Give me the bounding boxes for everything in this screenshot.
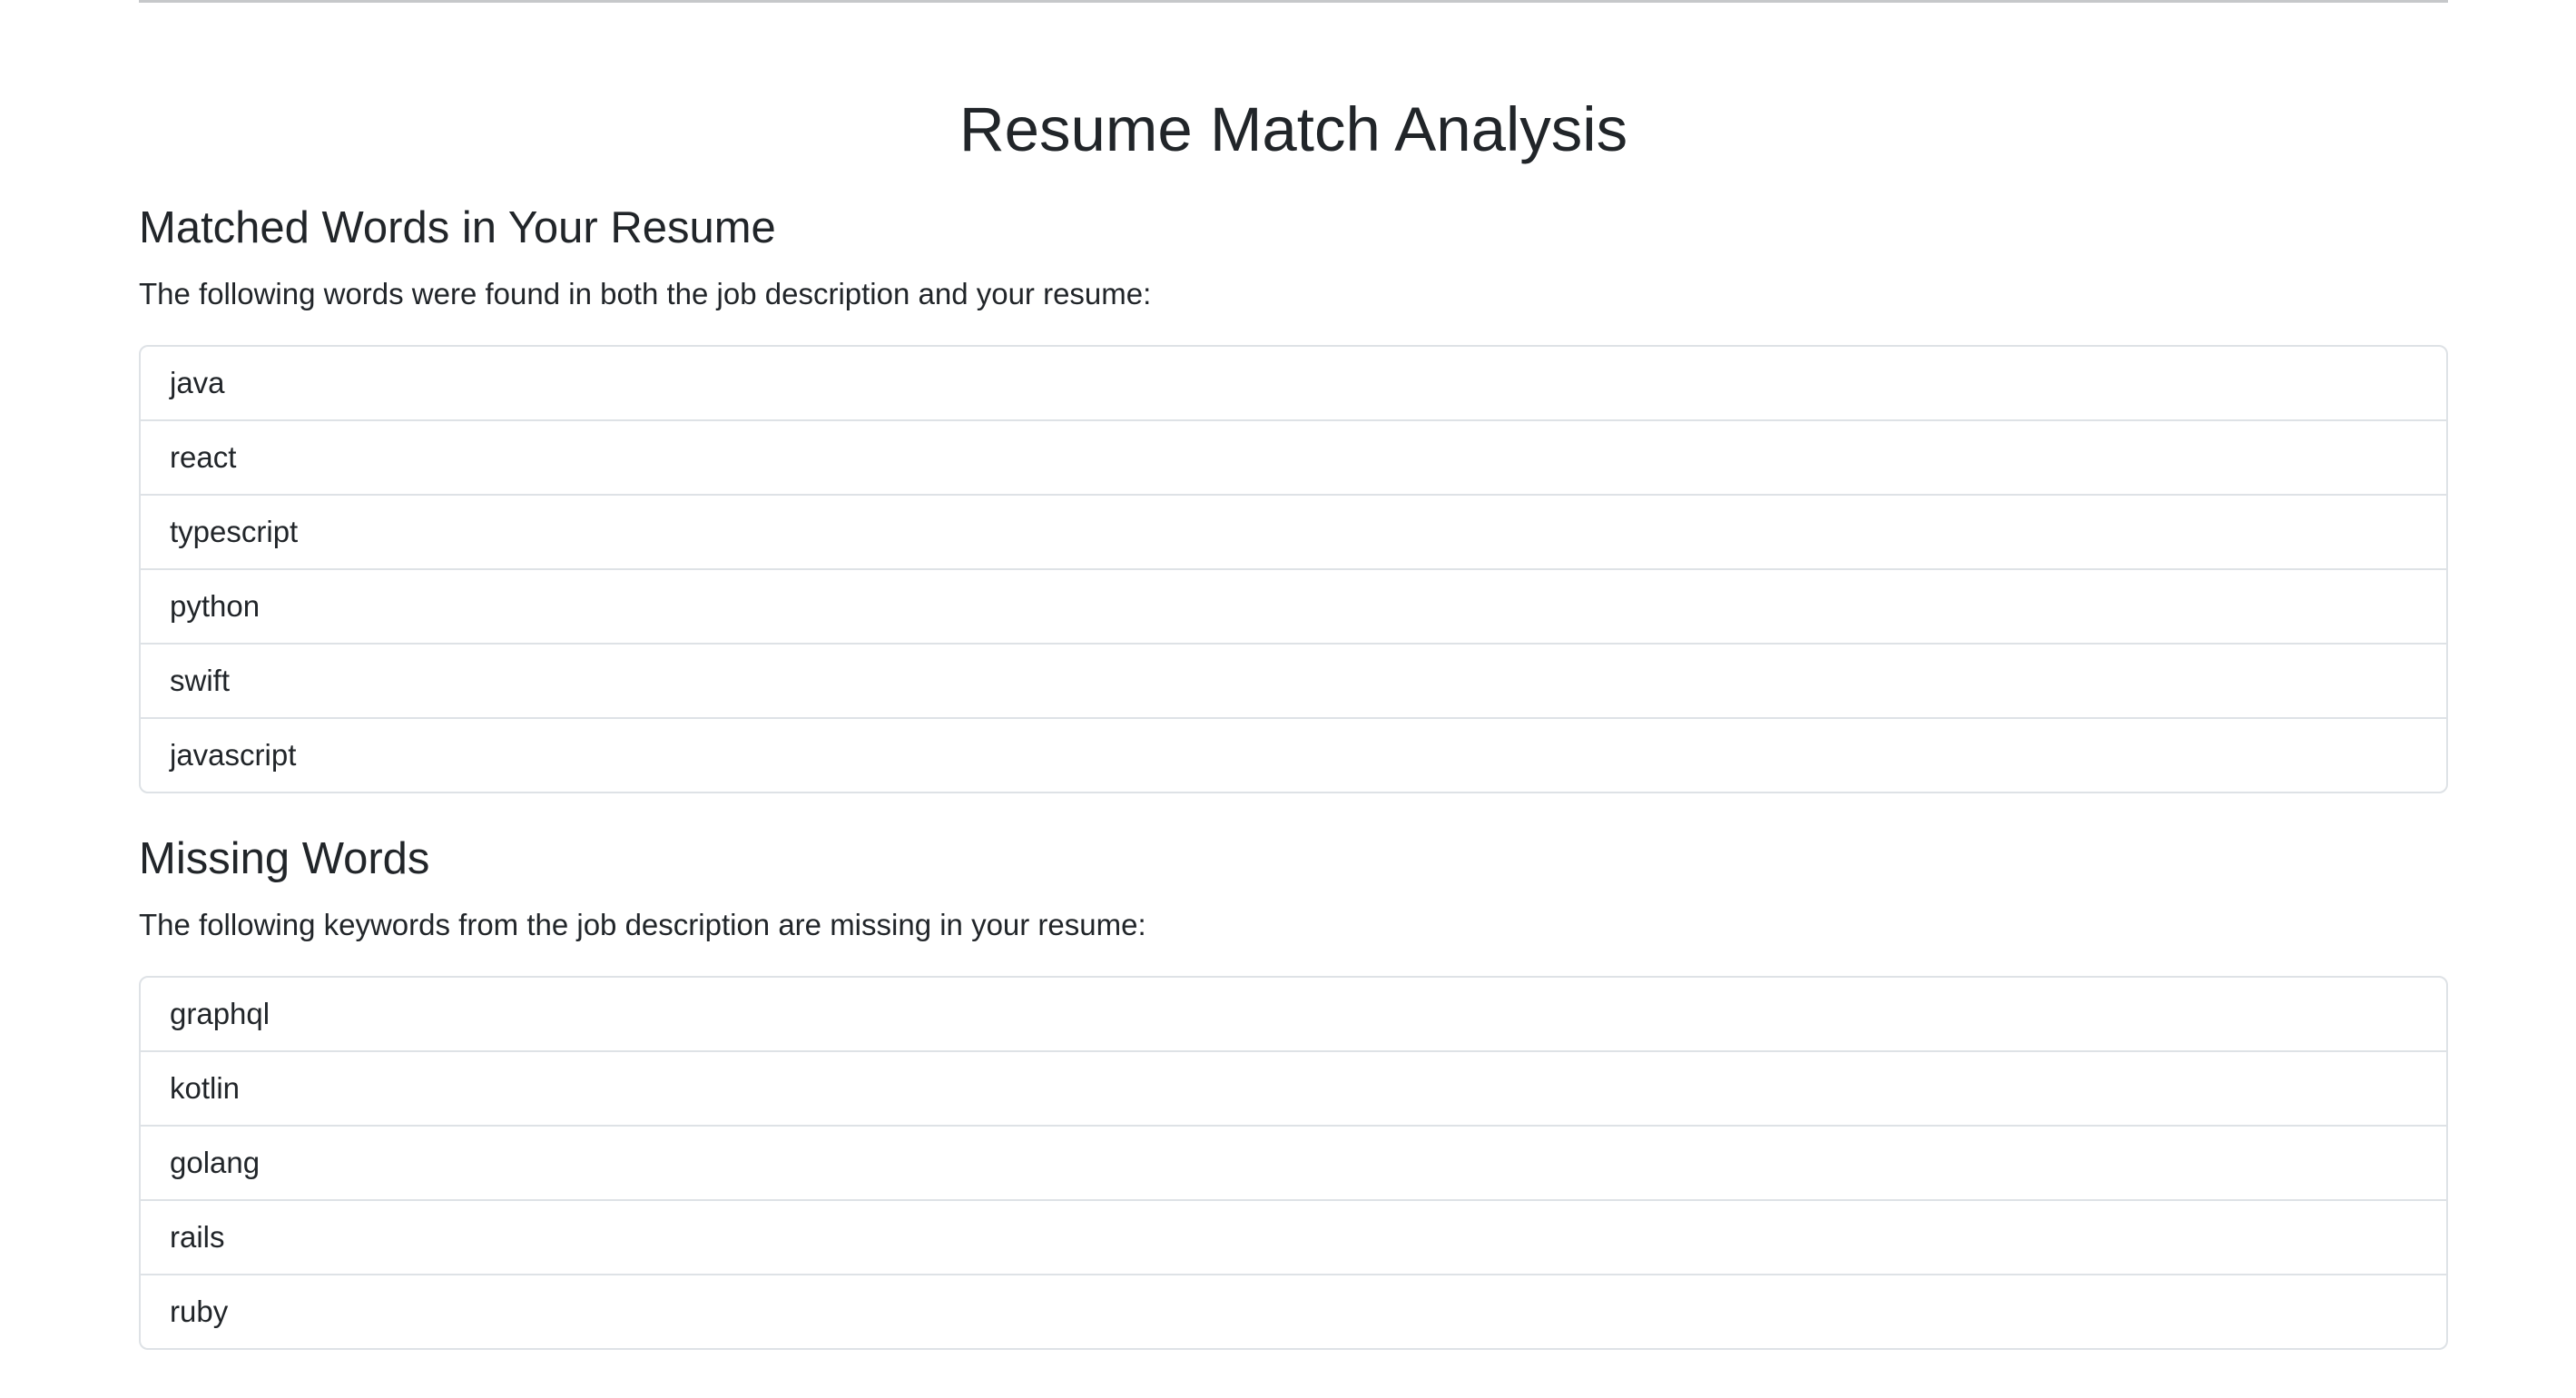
missing-word-item: golang bbox=[141, 1125, 2446, 1199]
matched-word-item: python bbox=[141, 568, 2446, 643]
missing-word-item: kotlin bbox=[141, 1050, 2446, 1125]
missing-word-item: ruby bbox=[141, 1274, 2446, 1348]
matched-word-item: typescript bbox=[141, 494, 2446, 568]
top-divider bbox=[139, 0, 2448, 3]
page-title: Resume Match Analysis bbox=[959, 94, 1628, 164]
missing-words-list: graphql kotlin golang rails ruby bbox=[139, 976, 2448, 1350]
matched-words-section: Matched Words in Your Resume The followi… bbox=[139, 202, 2448, 793]
missing-words-section: Missing Words The following keywords fro… bbox=[139, 832, 2448, 1350]
matched-words-description: The following words were found in both t… bbox=[139, 276, 1152, 310]
main-container: Resume Match Analysis Matched Words in Y… bbox=[139, 0, 2448, 1350]
missing-word-item: graphql bbox=[170, 997, 270, 1030]
missing-words-description: The following keywords from the job desc… bbox=[139, 907, 1146, 941]
matched-words-list: java react typescript python swift javas… bbox=[139, 345, 2448, 793]
missing-words-heading: Missing Words bbox=[139, 834, 430, 883]
matched-word-item: java bbox=[170, 366, 225, 399]
matched-word-item: swift bbox=[141, 643, 2446, 717]
matched-words-heading: Matched Words in Your Resume bbox=[139, 203, 776, 252]
missing-word-item: rails bbox=[141, 1199, 2446, 1274]
matched-word-item: react bbox=[141, 419, 2446, 494]
matched-word-item: javascript bbox=[141, 717, 2446, 792]
